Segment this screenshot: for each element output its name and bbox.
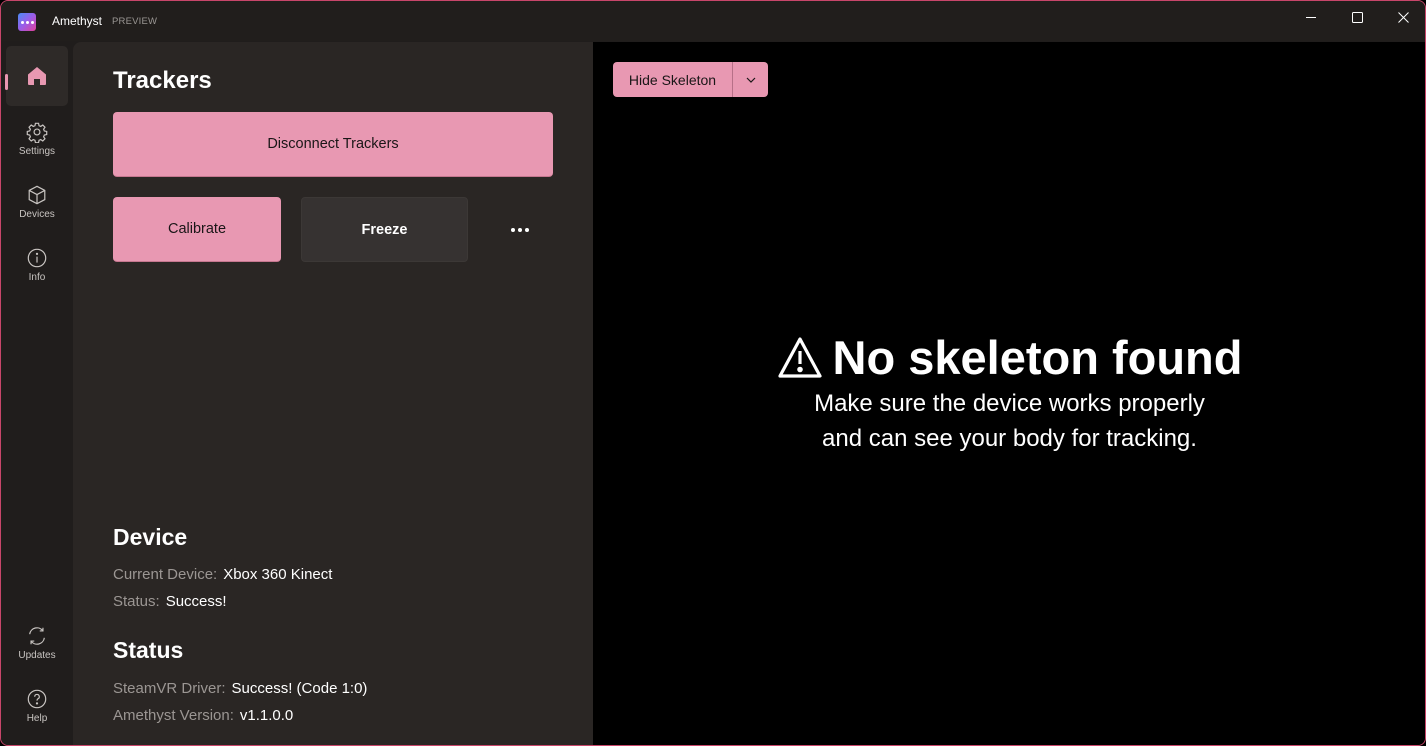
warning-icon (777, 336, 822, 378)
nav-label-updates: Updates (18, 650, 56, 661)
disconnect-trackers-button[interactable]: Disconnect Trackers (113, 112, 553, 177)
more-horizontal-icon (511, 228, 529, 232)
home-icon (28, 67, 46, 85)
nav-label-help: Help (26, 713, 48, 724)
cube-icon (28, 185, 46, 205)
device-status-label: Status: (113, 593, 160, 610)
no-skeleton-message: No skeleton found Make sure the device w… (593, 330, 1425, 455)
no-skeleton-line-1: Make sure the device works properly (814, 390, 1205, 417)
question-icon (27, 689, 47, 709)
home-panel: Trackers Disconnect Trackers Calibrate F… (73, 42, 593, 745)
no-skeleton-line-2: and can see your body for tracking. (822, 425, 1197, 452)
driver-status-label: SteamVR Driver: (113, 680, 226, 697)
maximize-icon (1351, 11, 1363, 23)
minimize-button[interactable] (1288, 1, 1334, 33)
title-bar: Amethyst PREVIEW (1, 1, 1425, 41)
skeleton-preview: Hide Skeleton No skeleton found Make sur… (593, 42, 1425, 745)
close-icon (1397, 11, 1409, 23)
status-heading: Status (113, 637, 184, 663)
nav-item-home[interactable] (5, 46, 68, 106)
driver-status-value: Success! (Code 1:0) (231, 680, 368, 697)
calibrate-button[interactable]: Calibrate (113, 197, 281, 262)
driver-status-row: SteamVR Driver: Success! (Code 1:0) (113, 680, 367, 697)
trackers-heading: Trackers (113, 67, 212, 94)
nav-item-help[interactable]: Help (6, 676, 68, 736)
current-device-value: Xbox 360 Kinect (223, 566, 333, 583)
app-window: Amethyst PREVIEW Settings Devices Info U… (0, 0, 1426, 746)
freeze-button[interactable]: Freeze (301, 197, 468, 262)
nav-item-updates[interactable]: Updates (6, 613, 68, 673)
nav-label-devices: Devices (19, 209, 55, 220)
device-heading: Device (113, 524, 188, 550)
hide-skeleton-button[interactable]: Hide Skeleton (613, 62, 733, 97)
nav-label-settings: Settings (18, 146, 56, 157)
minimize-icon (1305, 16, 1316, 18)
navigation-rail: Settings Devices Info Updates Help (1, 41, 72, 745)
version-row: Amethyst Version: v1.1.0.0 (113, 707, 293, 724)
nav-item-info[interactable]: Info (6, 235, 68, 295)
app-title: Amethyst (52, 14, 103, 28)
chevron-down-icon (746, 77, 755, 83)
more-options-button[interactable] (498, 212, 542, 248)
active-indicator (5, 74, 8, 90)
version-value: v1.1.0.0 (239, 707, 294, 724)
refresh-icon (29, 627, 45, 645)
no-skeleton-title: No skeleton found (832, 331, 1243, 384)
current-device-row: Current Device: Xbox 360 Kinect (113, 566, 332, 583)
current-device-label: Current Device: (113, 566, 218, 583)
version-label: Amethyst Version: (113, 707, 234, 724)
device-status-row: Status: Success! (113, 593, 227, 610)
device-status-value: Success! (165, 593, 227, 610)
skeleton-options-dropdown[interactable] (733, 62, 768, 97)
maximize-button[interactable] (1334, 1, 1380, 33)
skeleton-split-button: Hide Skeleton (613, 62, 768, 97)
close-button[interactable] (1380, 1, 1425, 33)
amethyst-logo-icon (18, 13, 36, 31)
nav-item-settings[interactable]: Settings (6, 109, 68, 169)
info-icon (27, 248, 47, 268)
preview-badge: PREVIEW (112, 16, 158, 27)
gear-icon (26, 122, 48, 143)
nav-item-devices[interactable]: Devices (6, 172, 68, 232)
nav-label-info: Info (28, 272, 46, 283)
